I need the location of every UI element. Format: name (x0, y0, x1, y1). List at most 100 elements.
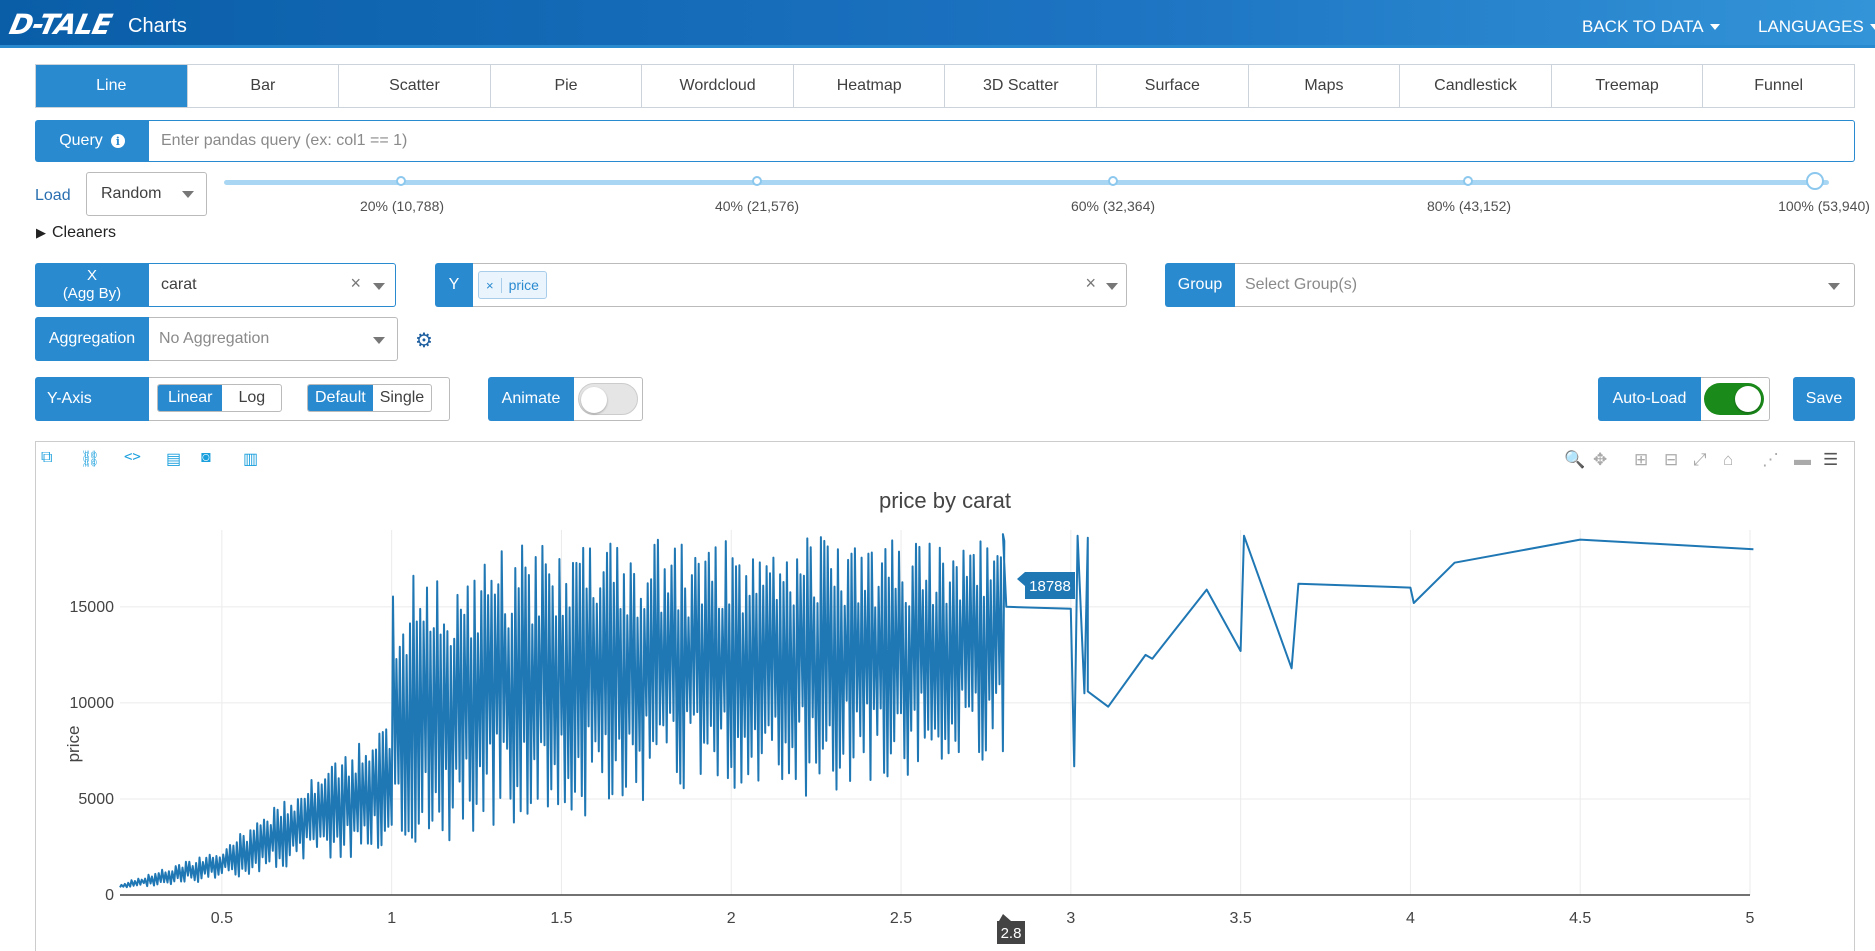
camera-icon[interactable]: ◙ (201, 449, 211, 467)
x-label: X (Agg By) (35, 263, 149, 307)
tab-candlestick[interactable]: Candlestick (1400, 65, 1552, 107)
query-input[interactable]: Enter pandas query (ex: col1 == 1) (149, 120, 1855, 162)
x-tick-label: 2 (727, 910, 736, 927)
log-option[interactable]: Log (222, 385, 281, 411)
tab-funnel[interactable]: Funnel (1703, 65, 1854, 107)
popup-icon[interactable]: ⧉ (41, 449, 52, 467)
gear-icon[interactable]: ⚙ (415, 328, 433, 353)
zoom-icon[interactable]: 🔍 (1564, 450, 1585, 470)
slider-label-100: 100% (53,940) (1778, 198, 1870, 214)
linear-option[interactable]: Linear (158, 385, 222, 411)
hover-label-x: 2.8 (997, 914, 1025, 944)
auto-load-toggle[interactable] (1704, 383, 1764, 415)
languages-label: LANGUAGES (1758, 17, 1864, 37)
code-icon[interactable]: <> (124, 449, 141, 465)
slider-label-20: 20% (10,788) (360, 198, 444, 214)
toggle-knob (581, 387, 607, 413)
slider-mark-60[interactable] (1108, 176, 1118, 186)
load-slider-track[interactable] (224, 180, 1829, 185)
x-tick-label: 5 (1746, 910, 1755, 927)
y-axis-select[interactable]: × price × (473, 263, 1127, 307)
cleaners-toggle[interactable]: ▶ Cleaners (36, 224, 116, 242)
load-type-value: Random (101, 185, 161, 202)
top-navbar: D-TALE Charts BACK TO DATA LANGUAGES (0, 0, 1875, 48)
aggregation-select[interactable]: No Aggregation (149, 317, 398, 361)
animate-toggle[interactable] (578, 383, 638, 415)
tab-scatter[interactable]: Scatter (339, 65, 491, 107)
export-code-icon[interactable]: ▤ (166, 449, 181, 469)
zoom-in-icon[interactable]: ⊞ (1634, 450, 1648, 470)
group-select[interactable]: Select Group(s) (1235, 263, 1855, 307)
back-to-data-menu[interactable]: BACK TO DATA (1582, 17, 1720, 37)
y-tick-label: 10000 (70, 695, 115, 712)
languages-menu[interactable]: LANGUAGES (1758, 17, 1875, 37)
price-series-line (120, 534, 1753, 887)
load-slider-handle[interactable] (1806, 172, 1824, 190)
tab-wordcloud[interactable]: Wordcloud (642, 65, 794, 107)
slider-label-40: 40% (21,576) (715, 198, 799, 214)
hover-closest-icon[interactable]: ▬ (1794, 450, 1811, 470)
y-label: Y (435, 263, 473, 307)
y-axis-title: price (64, 726, 83, 763)
y-tick-label: 5000 (78, 791, 114, 808)
hover-compare-icon[interactable]: ☰ (1823, 450, 1838, 470)
link-icon[interactable]: ⛓ (80, 449, 100, 469)
tab-bar[interactable]: Bar (188, 65, 340, 107)
csv-icon[interactable]: ▥ (243, 449, 258, 469)
home-icon[interactable]: ⌂ (1723, 450, 1733, 470)
tab-surface[interactable]: Surface (1097, 65, 1249, 107)
info-icon[interactable]: i (111, 134, 125, 148)
remove-tag-icon[interactable]: × (479, 278, 502, 293)
page-title: Charts (128, 15, 187, 38)
x-tick-label: 1 (387, 910, 396, 927)
y-tick-label: 15000 (70, 599, 115, 616)
autoscale-icon[interactable]: ⤢ (1693, 450, 1707, 470)
single-option[interactable]: Single (373, 385, 431, 411)
x-axis-select[interactable]: carat × (149, 263, 396, 307)
x-tick-label: 1.5 (550, 910, 572, 927)
tab-maps[interactable]: Maps (1249, 65, 1401, 107)
chart-title: price by carat (879, 488, 1011, 513)
y-mode-toggle: Default Single (307, 384, 432, 412)
group-label: Group (1165, 263, 1235, 307)
hover-value-y: 18788 (1029, 578, 1071, 595)
load-label: Load (35, 187, 71, 205)
spike-lines-icon[interactable]: ⋰ (1762, 450, 1779, 470)
zoom-out-icon[interactable]: ⊟ (1664, 450, 1678, 470)
query-placeholder: Enter pandas query (ex: col1 == 1) (161, 132, 407, 149)
default-option[interactable]: Default (308, 385, 373, 411)
slider-mark-40[interactable] (752, 176, 762, 186)
tab-line[interactable]: Line (36, 65, 188, 107)
triangle-right-icon: ▶ (36, 225, 46, 241)
chart-type-tabs: Line Bar Scatter Pie Wordcloud Heatmap 3… (35, 64, 1855, 108)
tab-heatmap[interactable]: Heatmap (794, 65, 946, 107)
hover-label-y: 18788 (1017, 572, 1075, 599)
y-tag-price: × price (478, 271, 547, 299)
aggregation-label: Aggregation (35, 317, 149, 361)
x-tick-label: 0.5 (211, 910, 233, 927)
slider-mark-80[interactable] (1463, 176, 1473, 186)
clear-icon[interactable]: × (350, 273, 361, 294)
y-axis-type-label: Y-Axis (35, 377, 149, 421)
x-tick-label: 4.5 (1569, 910, 1591, 927)
x-label-line2: (Agg By) (63, 285, 121, 303)
tab-pie[interactable]: Pie (491, 65, 643, 107)
pan-icon[interactable]: ✥ (1593, 450, 1607, 470)
load-type-select[interactable]: Random (86, 172, 207, 216)
x-label-line1: X (87, 267, 97, 285)
x-tick-label: 3 (1066, 910, 1075, 927)
chevron-down-icon[interactable] (1106, 283, 1118, 290)
slider-mark-20[interactable] (396, 176, 406, 186)
clear-icon[interactable]: × (1085, 273, 1096, 294)
dtale-logo[interactable]: D-TALE (6, 8, 114, 41)
tab-treemap[interactable]: Treemap (1552, 65, 1704, 107)
chevron-down-icon[interactable] (373, 283, 385, 290)
tab-3d-scatter[interactable]: 3D Scatter (945, 65, 1097, 107)
y-scale-toggle: Linear Log (157, 384, 282, 412)
chevron-down-icon[interactable] (1828, 283, 1840, 290)
save-button[interactable]: Save (1793, 377, 1855, 421)
chevron-down-icon (182, 191, 194, 198)
chevron-down-icon[interactable] (373, 337, 385, 344)
y-tick-label: 0 (105, 887, 114, 904)
x-tick-label: 4 (1406, 910, 1415, 927)
